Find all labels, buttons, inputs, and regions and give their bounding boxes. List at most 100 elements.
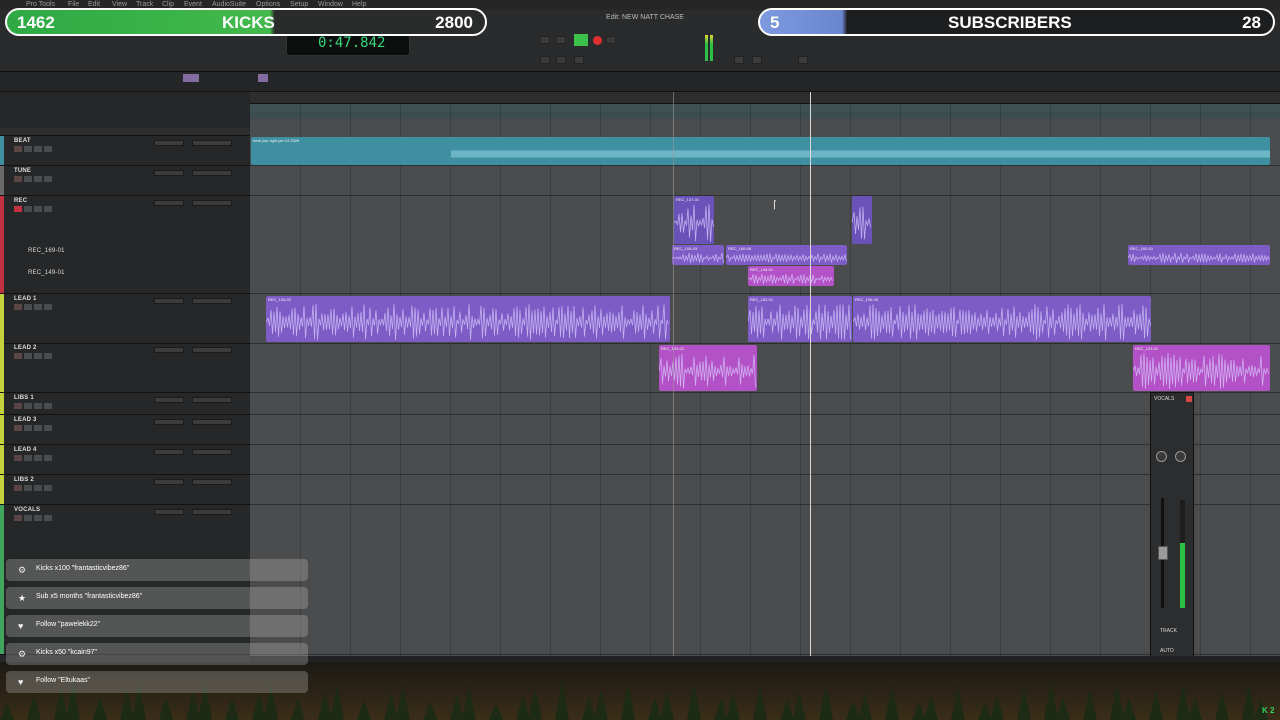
mute-button[interactable] bbox=[44, 425, 52, 431]
track-name[interactable]: VOCALS bbox=[14, 507, 40, 513]
record-button[interactable] bbox=[14, 425, 22, 431]
loop-button[interactable] bbox=[606, 36, 616, 44]
marker[interactable] bbox=[183, 74, 199, 82]
go-to-end-button[interactable] bbox=[574, 56, 584, 64]
clip-rec-4[interactable]: REC_148-01 bbox=[748, 266, 834, 286]
menu-audiosuite[interactable]: AudioSuite bbox=[212, 1, 246, 8]
mute-button[interactable] bbox=[44, 206, 52, 212]
track-lane[interactable] bbox=[250, 343, 1280, 393]
insert-slot[interactable] bbox=[154, 347, 184, 353]
input-button[interactable] bbox=[24, 304, 32, 310]
solo-button[interactable] bbox=[34, 206, 42, 212]
insert-slot[interactable] bbox=[154, 140, 184, 146]
playhead[interactable] bbox=[810, 92, 811, 658]
menu-setup[interactable]: Setup bbox=[290, 1, 308, 8]
mute-button[interactable] bbox=[44, 146, 52, 152]
record-button[interactable] bbox=[593, 36, 602, 45]
input-button[interactable] bbox=[24, 515, 32, 521]
track-name[interactable]: BEAT bbox=[14, 138, 31, 144]
grid-button[interactable] bbox=[752, 56, 762, 64]
mute-button[interactable] bbox=[44, 403, 52, 409]
record-button[interactable] bbox=[14, 485, 22, 491]
track-header-rec[interactable]: REC REC_169-01 REC_149-01 bbox=[0, 196, 250, 294]
track-header-libs-1[interactable]: LIBS 1 bbox=[0, 393, 250, 415]
track-header-lead-2[interactable]: LEAD 2 bbox=[0, 343, 250, 393]
mute-button[interactable] bbox=[44, 485, 52, 491]
input-button[interactable] bbox=[24, 455, 32, 461]
input-button[interactable] bbox=[24, 485, 32, 491]
menu-pro-tools[interactable]: Pro Tools bbox=[26, 1, 55, 8]
insert-slot[interactable] bbox=[154, 419, 184, 425]
close-icon[interactable] bbox=[1186, 396, 1192, 402]
io-selector[interactable] bbox=[192, 419, 232, 425]
volume-fader[interactable] bbox=[1158, 546, 1168, 560]
input-button[interactable] bbox=[24, 176, 32, 182]
clip-lead1-c[interactable]: REC_106-05 bbox=[853, 296, 1151, 342]
track-name[interactable]: LEAD 4 bbox=[14, 447, 37, 453]
menu-event[interactable]: Event bbox=[184, 1, 202, 8]
clip-rec-small[interactable] bbox=[852, 196, 872, 244]
track-name[interactable]: LEAD 1 bbox=[14, 296, 37, 302]
meter-ruler[interactable] bbox=[250, 112, 1280, 119]
go-to-start-button[interactable] bbox=[540, 56, 550, 64]
record-button[interactable] bbox=[14, 353, 22, 359]
record-button[interactable] bbox=[14, 304, 22, 310]
clip-rec-3[interactable]: REC_160-06 bbox=[726, 245, 847, 265]
record-button[interactable] bbox=[14, 515, 22, 521]
track-lane[interactable] bbox=[250, 415, 1280, 445]
play-button[interactable] bbox=[574, 34, 588, 46]
track-header-lead-1[interactable]: LEAD 1 bbox=[0, 294, 250, 344]
track-name[interactable]: REC bbox=[14, 198, 27, 204]
io-selector[interactable] bbox=[192, 170, 232, 176]
track-header-tune[interactable]: TUNE bbox=[0, 166, 250, 196]
record-button[interactable] bbox=[14, 146, 22, 152]
solo-button[interactable] bbox=[34, 515, 42, 521]
mute-button[interactable] bbox=[44, 176, 52, 182]
zoom-button[interactable] bbox=[734, 56, 744, 64]
track-name[interactable]: LEAD 2 bbox=[14, 345, 37, 351]
menu-view[interactable]: View bbox=[112, 1, 127, 8]
track-header-lead-4[interactable]: LEAD 4 bbox=[0, 445, 250, 475]
track-name[interactable]: TUNE bbox=[14, 168, 31, 174]
solo-button[interactable] bbox=[34, 146, 42, 152]
menu-file[interactable]: File bbox=[68, 1, 79, 8]
menu-window[interactable]: Window bbox=[318, 1, 343, 8]
mute-button[interactable] bbox=[44, 304, 52, 310]
track-header-libs-2[interactable]: LIBS 2 bbox=[0, 475, 250, 505]
pan-knob-left[interactable] bbox=[1156, 451, 1167, 462]
clip-beat[interactable]: beat you right jan 24 2026 bbox=[251, 137, 1270, 165]
mute-button[interactable] bbox=[44, 353, 52, 359]
mute-button[interactable] bbox=[44, 515, 52, 521]
insert-slot[interactable] bbox=[154, 200, 184, 206]
solo-button[interactable] bbox=[34, 425, 42, 431]
record-button[interactable] bbox=[14, 176, 22, 182]
solo-button[interactable] bbox=[34, 455, 42, 461]
insert-slot[interactable] bbox=[154, 397, 184, 403]
track-lane[interactable] bbox=[250, 445, 1280, 475]
track-lane[interactable] bbox=[250, 393, 1280, 415]
record-button[interactable] bbox=[14, 206, 22, 212]
clip-rec-1[interactable]: REC_147-01 bbox=[674, 196, 714, 244]
solo-button[interactable] bbox=[34, 304, 42, 310]
track-header-lead-3[interactable]: LEAD 3 bbox=[0, 415, 250, 445]
solo-button[interactable] bbox=[34, 485, 42, 491]
menu-clip[interactable]: Clip bbox=[162, 1, 174, 8]
timecode-ruler[interactable] bbox=[250, 92, 1280, 104]
menu-help[interactable]: Help bbox=[352, 1, 366, 8]
menu-track[interactable]: Track bbox=[136, 1, 153, 8]
track-lane[interactable] bbox=[250, 505, 1280, 655]
clip-rec-2[interactable]: REC_106-03 bbox=[672, 245, 724, 265]
io-selector[interactable] bbox=[192, 397, 232, 403]
pan-knob-right[interactable] bbox=[1175, 451, 1186, 462]
input-button[interactable] bbox=[24, 353, 32, 359]
track-name[interactable]: LIBS 1 bbox=[14, 395, 34, 401]
insert-slot[interactable] bbox=[154, 170, 184, 176]
insert-slot[interactable] bbox=[154, 449, 184, 455]
input-button[interactable] bbox=[24, 425, 32, 431]
insert-slot[interactable] bbox=[154, 509, 184, 515]
io-selector[interactable] bbox=[192, 140, 232, 146]
menu-options[interactable]: Options bbox=[256, 1, 280, 8]
io-selector[interactable] bbox=[192, 479, 232, 485]
track-name[interactable]: LEAD 3 bbox=[14, 417, 37, 423]
tempo-ruler[interactable] bbox=[250, 104, 1280, 112]
